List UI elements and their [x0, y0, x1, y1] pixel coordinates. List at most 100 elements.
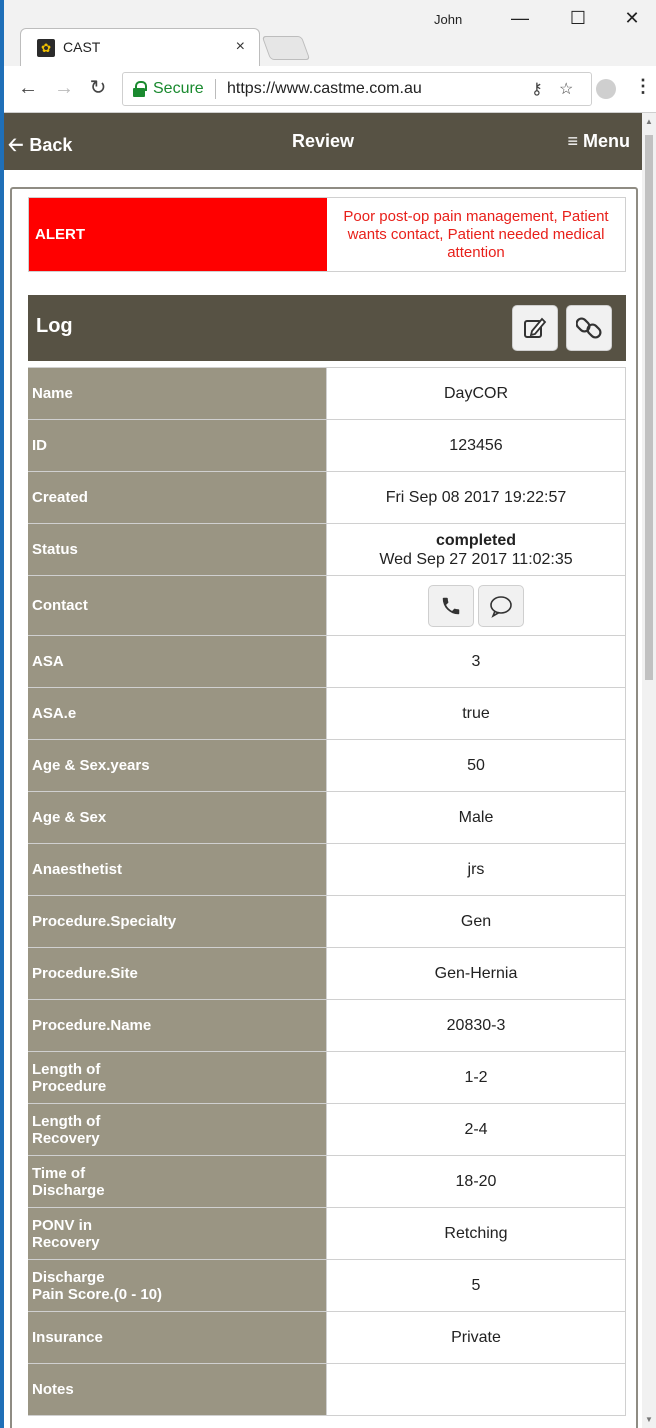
field-label: Notes [28, 1364, 326, 1415]
url-text[interactable]: https://www.castme.com.au [227, 80, 422, 98]
scroll-down-arrow-icon[interactable]: ▼ [645, 1415, 653, 1424]
menu-label: Menu [583, 131, 630, 151]
link-icon [576, 317, 602, 339]
field-value: 123456 [326, 420, 626, 471]
table-row: Time of Discharge 18-20 [28, 1156, 626, 1208]
field-label-line: Pain Score.(0 - 10) [32, 1285, 163, 1303]
field-label-line: Discharge [32, 1268, 105, 1286]
field-value: jrs [326, 844, 626, 895]
table-row: Age & Sex.years 50 [28, 740, 626, 792]
scrollbar-thumb[interactable] [645, 135, 653, 680]
table-row: ASA 3 [28, 636, 626, 688]
field-label: Status [28, 524, 326, 575]
table-row: Length of Procedure 1-2 [28, 1052, 626, 1104]
field-label-line: Procedure [32, 1077, 107, 1095]
browser-window: John — ☐ ✕ ✿ CAST × ← → ↻ Secure https:/… [0, 0, 656, 1428]
table-row: Status completed Wed Sep 27 2017 11:02:3… [28, 524, 626, 576]
field-label: Procedure.Site [28, 948, 326, 999]
field-value: Fri Sep 08 2017 19:22:57 [326, 472, 626, 523]
page-scrollbar[interactable]: ▲ ▼ [642, 113, 656, 1428]
forward-arrow-icon[interactable]: → [52, 76, 76, 100]
message-button[interactable] [478, 584, 524, 627]
field-value: 50 [326, 740, 626, 791]
alert-message: Poor post-op pain management, Patient wa… [343, 207, 609, 261]
field-value: Gen [326, 896, 626, 947]
log-header: Log [28, 295, 626, 361]
browser-menu-icon[interactable]: ⋮ [634, 76, 652, 97]
field-label-line: Recovery [32, 1129, 100, 1147]
app-header: 🡠 Back Review ≡ Menu [4, 113, 642, 170]
field-label: Discharge Pain Score.(0 - 10) [28, 1260, 326, 1311]
table-row: Procedure.Site Gen-Hernia [28, 948, 626, 1000]
call-button[interactable] [428, 584, 474, 627]
maximize-button[interactable]: ☐ [558, 6, 598, 30]
link-button[interactable] [566, 305, 612, 351]
field-label: Age & Sex [28, 792, 326, 843]
field-value: DayCOR [326, 368, 626, 419]
table-row: Insurance Private [28, 1312, 626, 1364]
field-label-line: Length of [32, 1112, 101, 1130]
tab-close-icon[interactable]: × [236, 38, 245, 56]
profile-name[interactable]: John [434, 12, 462, 27]
bookmark-star-icon[interactable]: ☆ [559, 79, 573, 99]
menu-button[interactable]: ≡ Menu [567, 131, 630, 152]
page-viewport: 🡠 Back Review ≡ Menu ALERT Poor post-op p… [4, 113, 642, 1428]
field-label: ASA [28, 636, 326, 687]
extension-icon[interactable] [596, 79, 616, 99]
table-row: ID 123456 [28, 420, 626, 472]
contact-actions [326, 576, 626, 635]
field-value: 18-20 [326, 1156, 626, 1207]
table-row: Name DayCOR [28, 368, 626, 420]
back-arrow-icon[interactable]: ← [16, 76, 40, 100]
field-value: true [326, 688, 626, 739]
field-value: 3 [326, 636, 626, 687]
field-value [326, 1364, 626, 1415]
field-label: Insurance [28, 1312, 326, 1363]
scroll-up-arrow-icon[interactable]: ▲ [645, 117, 653, 126]
field-label-line: Length of [32, 1060, 101, 1078]
edit-button[interactable] [512, 305, 558, 351]
field-label: Contact [28, 576, 326, 635]
browser-chrome: John — ☐ ✕ ✿ CAST × ← → ↻ Secure https:/… [4, 0, 656, 113]
field-label: Time of Discharge [28, 1156, 326, 1207]
field-label: Name [28, 368, 326, 419]
edit-icon [524, 317, 547, 338]
table-row: Discharge Pain Score.(0 - 10) 5 [28, 1260, 626, 1312]
key-icon[interactable]: ⚷ [531, 79, 543, 99]
field-value: Male [326, 792, 626, 843]
field-label: Procedure.Specialty [28, 896, 326, 947]
chat-bubble-icon [490, 595, 512, 618]
table-row: PONV in Recovery Retching [28, 1208, 626, 1260]
table-row: Age & Sex Male [28, 792, 626, 844]
table-row: Anaesthetist jrs [28, 844, 626, 896]
table-row: Created Fri Sep 08 2017 19:22:57 [28, 472, 626, 524]
close-window-button[interactable]: ✕ [612, 6, 652, 30]
reload-icon[interactable]: ↻ [86, 76, 110, 100]
browser-toolbar: ← → ↻ Secure https://www.castme.com.au ⚷… [4, 66, 656, 113]
alert-label: ALERT [29, 198, 327, 271]
log-table: Name DayCOR ID 123456 Created Fri Sep 08… [28, 367, 626, 1416]
field-label: PONV in Recovery [28, 1208, 326, 1259]
cast-favicon-icon: ✿ [37, 39, 55, 57]
table-row: Notes [28, 1364, 626, 1416]
status-value: completed Wed Sep 27 2017 11:02:35 [326, 524, 626, 575]
field-value: Private [326, 1312, 626, 1363]
phone-icon [442, 597, 460, 614]
minimize-button[interactable]: — [500, 6, 540, 30]
address-separator [215, 79, 216, 99]
field-value: 1-2 [326, 1052, 626, 1103]
field-label: ASA.e [28, 688, 326, 739]
field-label-line: PONV in [32, 1216, 93, 1234]
table-row: ASA.e true [28, 688, 626, 740]
field-label: ID [28, 420, 326, 471]
field-value: 2-4 [326, 1104, 626, 1155]
new-tab-button[interactable] [261, 36, 311, 60]
browser-tab[interactable]: ✿ CAST × [20, 28, 260, 66]
field-label: Length of Recovery [28, 1104, 326, 1155]
log-title: Log [36, 315, 73, 337]
field-label-line: Time of [32, 1164, 86, 1182]
field-value: 5 [326, 1260, 626, 1311]
field-label: Length of Procedure [28, 1052, 326, 1103]
field-label-line: Discharge [32, 1181, 105, 1199]
address-bar[interactable]: Secure https://www.castme.com.au ⚷ ☆ [122, 72, 592, 106]
